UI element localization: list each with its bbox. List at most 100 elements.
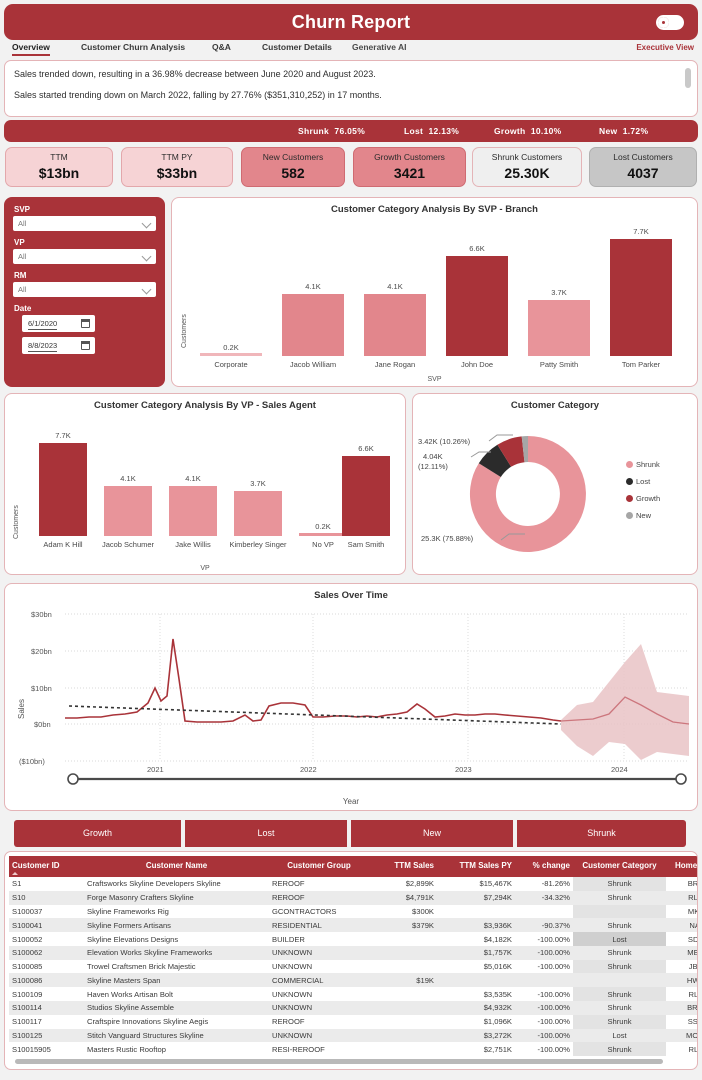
cell-customer-id: S10015905 xyxy=(12,1044,51,1054)
table-row[interactable]: S100085 Trowel Craftsmen Brick Majestic UN… xyxy=(9,959,697,974)
cell-customer-group: RESI-REROOF xyxy=(272,1044,325,1054)
column-header-customer-category[interactable]: Customer Category xyxy=(573,856,666,877)
tab-qa[interactable]: Q&A xyxy=(212,42,231,54)
kpi-ttm[interactable]: TTM $13bn xyxy=(5,147,113,187)
bar-kimberley-singer-label: Kimberley Singer xyxy=(229,540,287,549)
bar-jacob-william[interactable]: 4.1K Jacob William xyxy=(282,231,344,369)
table-horizontal-scrollbar[interactable] xyxy=(15,1059,681,1064)
kpi-new-customers[interactable]: New Customers 582 xyxy=(241,147,345,187)
pct-growth-value: 10.10% xyxy=(530,126,562,136)
category-button-new[interactable]: New xyxy=(351,820,515,847)
table-row[interactable]: S1 Craftsworks Skyline Developers Skyline… xyxy=(9,877,697,891)
bar-jane-rogan[interactable]: 4.1K Jane Rogan xyxy=(364,231,426,369)
cell-home-branch: HWMAL xyxy=(666,973,697,988)
tab-customer-churn-analysis[interactable]: Customer Churn Analysis xyxy=(81,42,185,54)
legend-item-shrunk[interactable]: Shrunk xyxy=(626,460,660,469)
cell-ttm-sales-py: $3,272K xyxy=(437,1028,515,1043)
kpi-lost-customers[interactable]: Lost Customers 4037 xyxy=(589,147,697,187)
legend-item-new[interactable]: New xyxy=(626,511,651,520)
category-button-lost[interactable]: Lost xyxy=(185,820,349,847)
cell-customer-name: Haven Works Artisan Bolt xyxy=(87,989,173,999)
cell-customer-name: Skyline Formers Artisans xyxy=(84,918,269,933)
table-row[interactable]: S100125 Stitch Vanguard Structures Skylin… xyxy=(9,1028,697,1043)
bar-sam-smith-rect xyxy=(342,456,390,536)
date-to-input[interactable]: 8/8/2023 xyxy=(22,337,95,354)
kpi-growth-customers[interactable]: Growth Customers 3421 xyxy=(353,147,466,187)
table-row[interactable]: S100086 Skyline Masters Span COMMERCIAL $19… xyxy=(9,973,697,988)
calendar-icon[interactable] xyxy=(81,319,90,328)
calendar-icon[interactable] xyxy=(81,341,90,350)
legend-label-shrunk: Shrunk xyxy=(636,460,660,469)
bar-adam-k-hill-label: Adam K Hill xyxy=(43,540,83,549)
bar-corporate[interactable]: 0.2K Corporate xyxy=(200,231,262,369)
table-row[interactable]: S10015905 Masters Rustic Rooftop RESI-RERO… xyxy=(9,1042,697,1057)
executive-view-label[interactable]: Executive View xyxy=(636,43,694,52)
cell-customer-category: Lost xyxy=(573,932,666,946)
column-header-ttm-sales-py[interactable]: TTM Sales PY xyxy=(437,856,515,877)
bar-patty-smith[interactable]: 3.7K Patty Smith xyxy=(528,231,590,369)
bar-sam-smith[interactable]: 6.6K Sam Smith xyxy=(342,424,390,549)
table-row[interactable]: S100052 Skyline Elevations Designs BUILDER… xyxy=(9,932,697,946)
executive-view-toggle[interactable] xyxy=(656,15,684,30)
bar-patty-smith-value: 3.7K xyxy=(551,288,567,297)
bar-no-vp-rect xyxy=(299,533,347,536)
table-row[interactable]: S100041 Skyline Formers Artisans RESIDENTI… xyxy=(9,918,697,933)
cell-home-branch: MEDAN xyxy=(666,945,697,960)
column-header-pct-change[interactable]: % change xyxy=(515,856,573,877)
bar-no-vp[interactable]: 0.2K No VP xyxy=(299,424,347,549)
cell-customer-id: S100062 xyxy=(9,945,84,960)
table-scroll-thumb[interactable] xyxy=(15,1059,663,1064)
vp-filter-select[interactable]: All xyxy=(13,249,156,264)
cell-customer-id: S100117 xyxy=(12,1017,42,1027)
svp-filter-select[interactable]: All xyxy=(13,216,156,231)
tab-generative-ai[interactable]: Generative AI xyxy=(352,42,407,54)
column-header-home-branch[interactable]: Home Branch xyxy=(666,856,697,877)
narrative-scrollbar[interactable] xyxy=(685,68,691,88)
table-row[interactable]: S100062 Elevation Works Skyline Framework… xyxy=(9,945,697,960)
chevron-down-icon xyxy=(141,251,152,262)
bar-patty-smith-label: Patty Smith xyxy=(539,360,579,369)
date-from-input[interactable]: 6/1/2020 xyxy=(22,315,95,332)
pct-new-value: 1.72% xyxy=(622,126,649,136)
table-row[interactable]: S100037 Skyline Frameworks Rig GCONTRACTOR… xyxy=(9,904,697,919)
category-button-growth[interactable]: Growth xyxy=(14,820,183,847)
donut-label-growth: 3.42K (10.26%) xyxy=(418,437,471,446)
table-row[interactable]: S100109 Haven Works Artisan Bolt UNKNOWN $3… xyxy=(9,987,697,1002)
xtick-2023: 2023 xyxy=(455,765,472,774)
bar-adam-k-hill[interactable]: 7.7K Adam K Hill xyxy=(39,424,87,549)
pct-lost-value: 12.13% xyxy=(428,126,460,136)
column-header-customer-group[interactable]: Customer Group xyxy=(269,856,369,877)
bar-tom-parker[interactable]: 7.7K Tom Parker xyxy=(610,227,672,369)
cell-customer-name: Skyline Frameworks Rig xyxy=(87,906,169,916)
legend-item-growth[interactable]: Growth xyxy=(626,494,660,503)
cell-pct-change: -34.32% xyxy=(515,890,573,905)
kpi-shrunk-customers[interactable]: Shrunk Customers 25.30K xyxy=(472,147,582,187)
cell-ttm-sales xyxy=(369,1028,437,1043)
kpi-ttm-py[interactable]: TTM PY $33bn xyxy=(121,147,233,187)
bar-kimberley-singer[interactable]: 3.7K Kimberley Singer xyxy=(229,424,286,549)
tab-customer-details[interactable]: Customer Details xyxy=(262,42,332,54)
column-header-customer-name[interactable]: Customer Name xyxy=(84,856,269,877)
table-row[interactable]: S100117 Craftspire Innovations Skyline Ae… xyxy=(9,1014,697,1029)
column-header-customer-id[interactable]: Customer ID xyxy=(9,856,84,877)
table-row[interactable]: S10 Forge Masonry Crafters Skyline REROOF $… xyxy=(9,890,697,905)
bar-jacob-schumer[interactable]: 4.1K Jacob Schumer xyxy=(102,424,154,549)
kpi-growth-customers-value: 3421 xyxy=(393,165,426,181)
legend-dot-growth xyxy=(626,495,633,502)
rm-filter-select[interactable]: All xyxy=(13,282,156,297)
column-header-ttm-sales[interactable]: TTM Sales xyxy=(369,856,437,877)
chart-sales-over-time: Sales Over Time Sales $30bn $20bn $10bn … xyxy=(4,583,698,811)
svp-filter-label: SVP xyxy=(14,205,31,214)
cell-ttm-sales-py: $7,294K xyxy=(437,890,515,905)
tab-overview[interactable]: Overview xyxy=(12,42,50,56)
cell-ttm-sales-py xyxy=(437,905,515,919)
legend-item-lost[interactable]: Lost xyxy=(626,477,650,486)
cell-customer-group: COMMERCIAL xyxy=(269,973,369,988)
category-button-shrunk[interactable]: Shrunk xyxy=(517,820,686,847)
table-row[interactable]: S100114 Studios Skyline Assemble UNKNOWN $4… xyxy=(9,1001,697,1015)
svp-filter-value: All xyxy=(18,219,27,228)
bar-jake-willis[interactable]: 4.1K Jake Willis xyxy=(169,424,217,549)
cell-ttm-sales: $2,899K xyxy=(405,879,434,889)
bar-john-doe[interactable]: 6.6K John Doe xyxy=(446,231,508,369)
cell-pct-change: -100.00% xyxy=(537,934,570,944)
